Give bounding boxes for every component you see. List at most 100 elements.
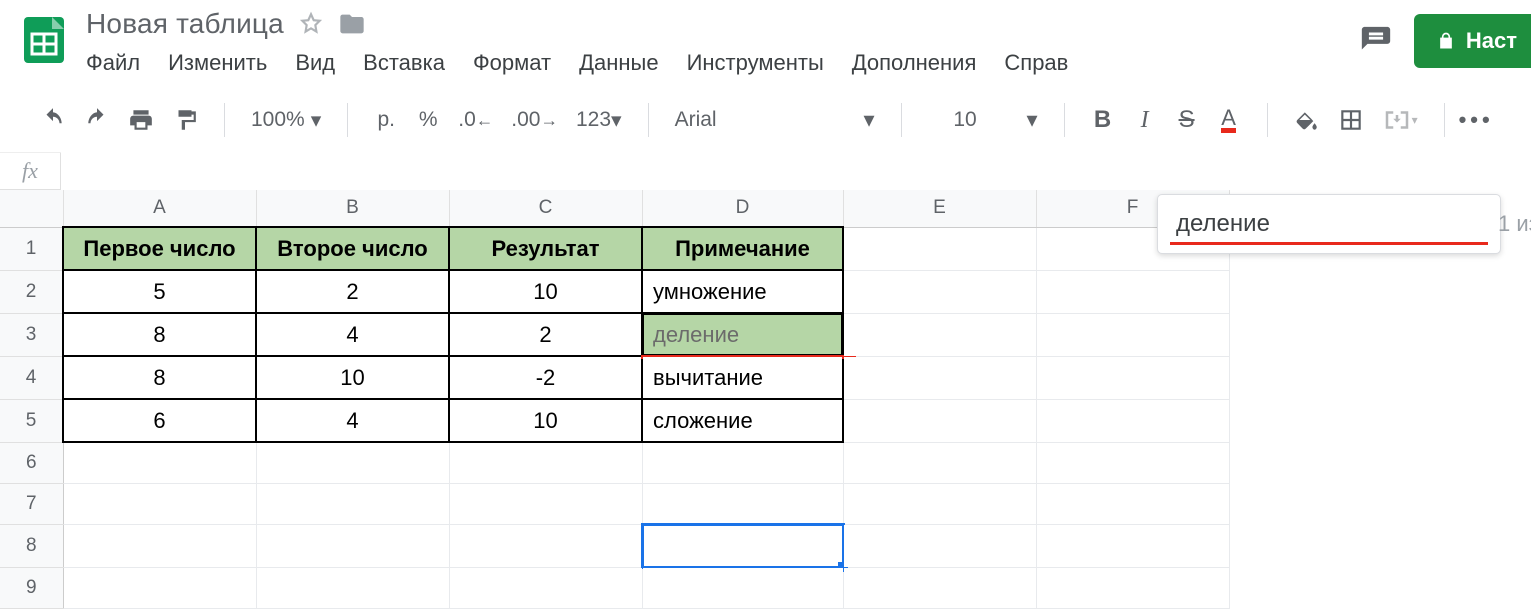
menu-addons[interactable]: Дополнения [852, 50, 977, 76]
cell-E3[interactable] [843, 313, 1036, 356]
strikethrough-button[interactable]: S [1175, 106, 1199, 134]
document-title[interactable]: Новая таблица [82, 8, 284, 40]
menu-view[interactable]: Вид [295, 50, 335, 76]
col-head-E[interactable]: E [843, 190, 1036, 227]
cell-F4[interactable] [1036, 356, 1229, 399]
cell-D1[interactable]: Примечание [642, 227, 843, 270]
row-head-5[interactable]: 5 [0, 399, 63, 442]
cell-F9[interactable] [1036, 567, 1229, 608]
cell-A8[interactable] [63, 524, 256, 567]
cell-D3[interactable]: деление [642, 313, 843, 356]
cell-F6[interactable] [1036, 442, 1229, 483]
number-format-dropdown[interactable]: 123▾ [576, 108, 622, 133]
cell-A9[interactable] [63, 567, 256, 608]
font-dropdown[interactable]: Arial [675, 108, 840, 132]
cell-B3[interactable]: 4 [256, 313, 449, 356]
row-head-6[interactable]: 6 [0, 442, 63, 483]
row-head-7[interactable]: 7 [0, 483, 63, 524]
menu-insert[interactable]: Вставка [363, 50, 445, 76]
cell-D7[interactable] [642, 483, 843, 524]
cell-E2[interactable] [843, 270, 1036, 313]
cell-E7[interactable] [843, 483, 1036, 524]
menu-file[interactable]: Файл [86, 50, 140, 76]
cell-A1[interactable]: Первое число [63, 227, 256, 270]
paint-format-icon[interactable] [172, 107, 198, 133]
cell-D6[interactable] [642, 442, 843, 483]
bold-button[interactable]: B [1091, 106, 1115, 134]
cell-F7[interactable] [1036, 483, 1229, 524]
menu-tools[interactable]: Инструменты [687, 50, 824, 76]
share-button[interactable]: Наст [1414, 14, 1531, 68]
star-icon[interactable] [298, 11, 324, 37]
select-all-corner[interactable] [0, 190, 63, 227]
menu-data[interactable]: Данные [579, 50, 658, 76]
cell-B8[interactable] [256, 524, 449, 567]
find-input[interactable] [1174, 209, 1488, 239]
cell-C5[interactable]: 10 [449, 399, 642, 442]
cell-E8[interactable] [843, 524, 1036, 567]
cell-B9[interactable] [256, 567, 449, 608]
cell-E9[interactable] [843, 567, 1036, 608]
menu-edit[interactable]: Изменить [168, 50, 267, 76]
cell-D2[interactable]: умножение [642, 270, 843, 313]
cell-D9[interactable] [642, 567, 843, 608]
cell-F5[interactable] [1036, 399, 1229, 442]
cell-B4[interactable]: 10 [256, 356, 449, 399]
cell-A2[interactable]: 5 [63, 270, 256, 313]
cell-C2[interactable]: 10 [449, 270, 642, 313]
zoom-dropdown[interactable]: 100%▾ [251, 108, 321, 133]
fontsize-dropdown[interactable]: 10 [928, 108, 1003, 132]
cell-E4[interactable] [843, 356, 1036, 399]
increase-decimal-button[interactable]: .00→ [511, 108, 558, 132]
cell-F2[interactable] [1036, 270, 1229, 313]
cell-B7[interactable] [256, 483, 449, 524]
redo-icon[interactable] [84, 107, 110, 133]
fill-color-button[interactable] [1294, 107, 1320, 133]
currency-button[interactable]: р. [374, 108, 398, 132]
cell-B6[interactable] [256, 442, 449, 483]
cell-C9[interactable] [449, 567, 642, 608]
italic-button[interactable]: I [1133, 107, 1157, 134]
col-head-B[interactable]: B [256, 190, 449, 227]
row-head-3[interactable]: 3 [0, 313, 63, 356]
decrease-decimal-button[interactable]: .0← [458, 108, 493, 132]
cell-C7[interactable] [449, 483, 642, 524]
cell-F3[interactable] [1036, 313, 1229, 356]
cell-E6[interactable] [843, 442, 1036, 483]
cell-A4[interactable]: 8 [63, 356, 256, 399]
cell-C1[interactable]: Результат [449, 227, 642, 270]
cell-B2[interactable]: 2 [256, 270, 449, 313]
percent-button[interactable]: % [416, 108, 440, 132]
cell-C6[interactable] [449, 442, 642, 483]
row-head-8[interactable]: 8 [0, 524, 63, 567]
print-icon[interactable] [128, 107, 154, 133]
cell-A6[interactable] [63, 442, 256, 483]
row-head-9[interactable]: 9 [0, 567, 63, 608]
row-head-2[interactable]: 2 [0, 270, 63, 313]
row-head-1[interactable]: 1 [0, 227, 63, 270]
cell-B5[interactable]: 4 [256, 399, 449, 442]
formula-input[interactable] [61, 152, 1531, 190]
col-head-C[interactable]: C [449, 190, 642, 227]
cell-E1[interactable] [843, 227, 1036, 270]
cell-D4[interactable]: вычитание [642, 356, 843, 399]
cell-A5[interactable]: 6 [63, 399, 256, 442]
cell-A3[interactable]: 8 [63, 313, 256, 356]
merge-cells-button[interactable]: ▾ [1382, 107, 1418, 133]
cell-A7[interactable] [63, 483, 256, 524]
cell-F8[interactable] [1036, 524, 1229, 567]
cell-B1[interactable]: Второе число [256, 227, 449, 270]
menu-format[interactable]: Формат [473, 50, 551, 76]
cell-E5[interactable] [843, 399, 1036, 442]
borders-button[interactable] [1338, 107, 1364, 133]
cell-C8[interactable] [449, 524, 642, 567]
col-head-D[interactable]: D [642, 190, 843, 227]
col-head-A[interactable]: A [63, 190, 256, 227]
folder-icon[interactable] [338, 10, 366, 38]
cell-D5[interactable]: сложение [642, 399, 843, 442]
text-color-button[interactable]: A [1217, 108, 1241, 133]
more-button[interactable]: ••• [1459, 107, 1494, 133]
comments-icon[interactable] [1358, 23, 1394, 59]
undo-icon[interactable] [40, 107, 66, 133]
cell-D8[interactable] [642, 524, 843, 567]
